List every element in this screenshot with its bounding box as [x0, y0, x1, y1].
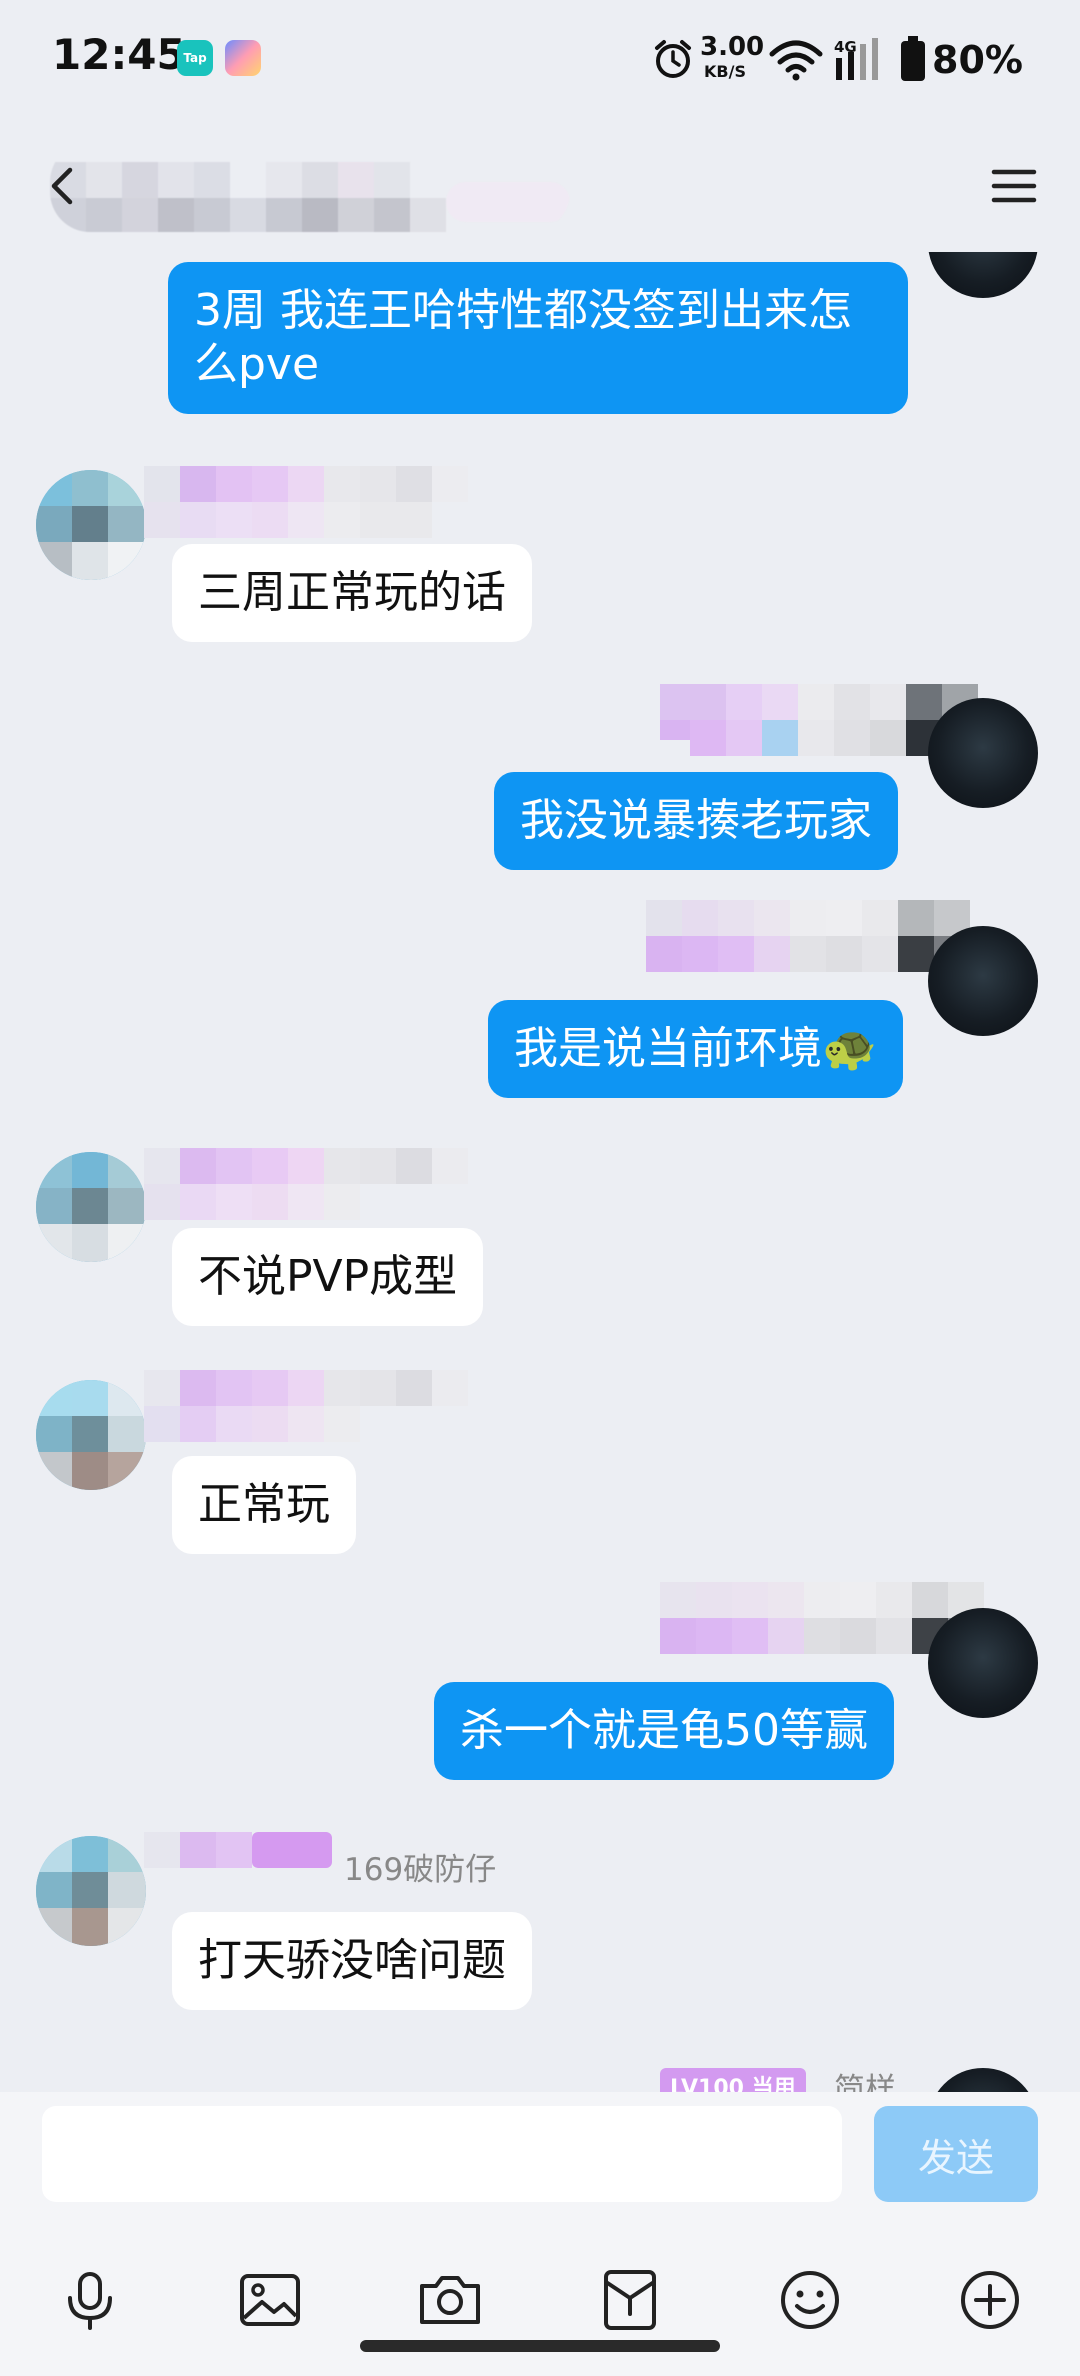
message-bubble-incoming[interactable]: 不说PVP成型 — [172, 1228, 484, 1326]
message-list[interactable]: 3周 我连王哈特性都没签到出来怎么pve 三周正常玩的话 我没说暴揍老玩家 我是… — [0, 252, 1080, 2092]
self-avatar[interactable] — [928, 252, 1038, 298]
alarm-icon — [655, 40, 691, 78]
message-bubble-incoming[interactable]: 正常玩 — [172, 1456, 356, 1554]
wifi-icon — [769, 40, 823, 81]
message-bubble-incoming[interactable]: 三周正常玩的话 — [172, 544, 532, 642]
message-bubble-outgoing[interactable]: 我是说当前环境🐢 — [488, 1000, 903, 1098]
chat-header — [0, 120, 1080, 252]
battery-icon — [901, 36, 925, 81]
level-badge: LV100 当用 — [660, 2068, 806, 2092]
sender-title-tag: 169破防仔 — [344, 1852, 497, 1888]
self-avatar[interactable] — [928, 926, 1038, 1036]
sender-name-redacted — [144, 1148, 468, 1220]
message-bubble-outgoing[interactable]: 3周 我连王哈特性都没签到出来怎么pve — [168, 262, 908, 414]
sender-name-redacted — [144, 1370, 468, 1442]
net-speed-value: 3.00 — [700, 32, 765, 62]
message-bubble-outgoing[interactable]: 我没说暴揍老玩家 — [494, 772, 898, 870]
taptap-app-icon: Tap — [177, 40, 213, 76]
game-app-icon — [225, 40, 261, 76]
sender-avatar[interactable] — [36, 1152, 146, 1262]
send-button[interactable]: 发送 — [874, 2106, 1038, 2202]
self-avatar[interactable] — [928, 2068, 1038, 2092]
home-indicator[interactable] — [360, 2340, 720, 2352]
plus-icon[interactable] — [958, 2268, 1022, 2332]
cellular-signal-icon: 4G — [834, 38, 878, 80]
sender-avatar[interactable] — [36, 1380, 146, 1490]
pixelated-avatar-overlay — [36, 470, 146, 580]
status-time: 12:45 — [52, 30, 186, 79]
back-icon[interactable] — [40, 160, 90, 210]
self-avatar[interactable] — [928, 1608, 1038, 1718]
pixelated-avatar-overlay — [36, 1380, 146, 1490]
emoji-icon[interactable] — [778, 2268, 842, 2332]
pixelated-avatar-overlay — [36, 1836, 146, 1946]
message-bubble-incoming[interactable]: 打天骄没啥问题 — [172, 1912, 532, 2010]
menu-icon[interactable] — [988, 160, 1040, 212]
camera-icon[interactable] — [418, 2268, 482, 2332]
self-avatar[interactable] — [928, 698, 1038, 808]
battery-percent: 80% — [932, 38, 1023, 82]
image-icon[interactable] — [238, 2268, 302, 2332]
net-speed-unit: KB/S — [704, 62, 746, 81]
red-packet-icon[interactable] — [598, 2268, 662, 2332]
sender-avatar[interactable] — [36, 470, 146, 580]
sender-name-redacted — [144, 466, 468, 538]
sender-avatar[interactable] — [36, 1836, 146, 1946]
composer-bar: 发送 — [0, 2092, 1080, 2376]
status-bar: 12:45 Tap 3.00 KB/S 4G 80% — [0, 0, 1080, 120]
message-bubble-outgoing[interactable]: 杀一个就是龟50等赢 — [434, 1682, 894, 1780]
chat-title-redacted — [50, 142, 570, 232]
microphone-icon[interactable] — [58, 2268, 122, 2332]
pixelated-avatar-overlay — [36, 1152, 146, 1262]
sender-name: 简样 — [834, 2072, 896, 2092]
message-input[interactable] — [42, 2106, 842, 2202]
sender-name-redacted — [144, 1832, 332, 1868]
